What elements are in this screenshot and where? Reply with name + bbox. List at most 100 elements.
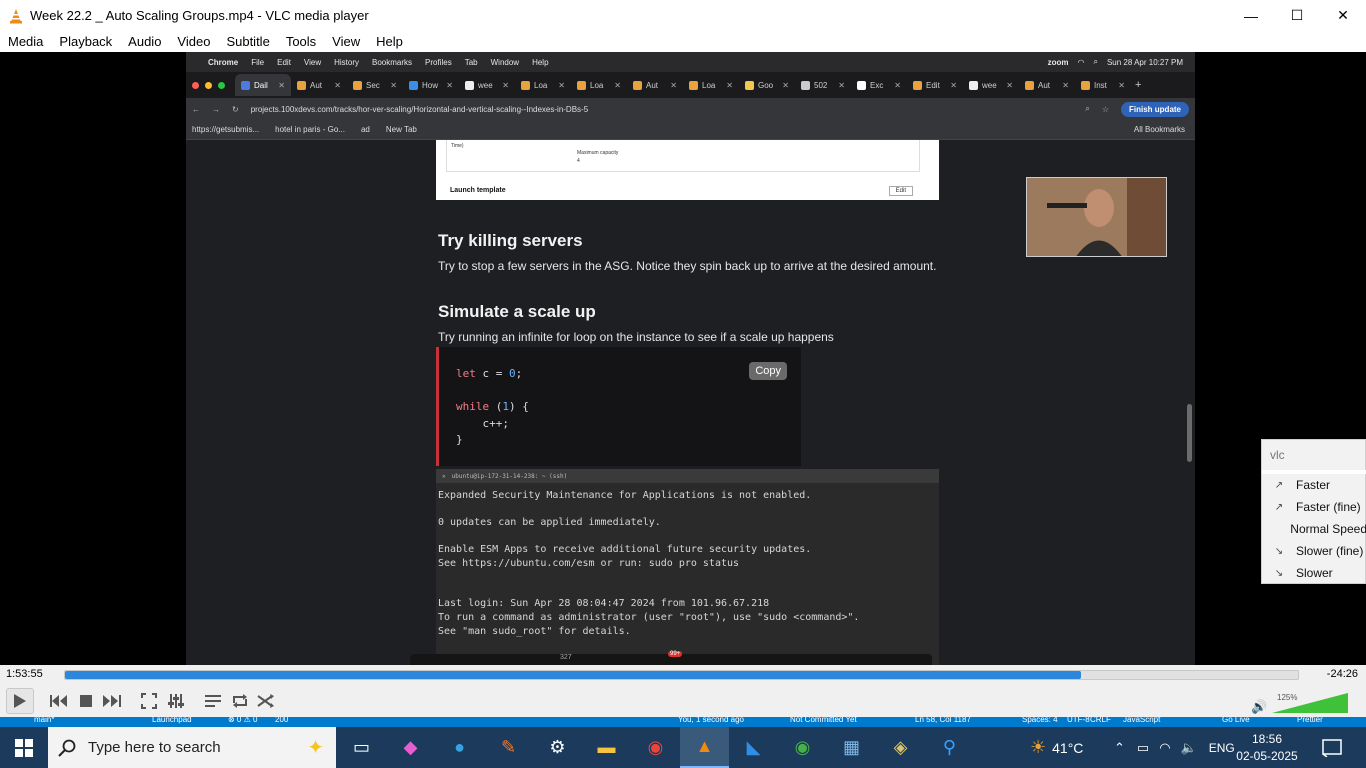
- close-button[interactable]: ✕: [1320, 0, 1366, 31]
- vlc-title-bar: Week 22.2 _ Auto Scaling Groups.mp4 - VL…: [0, 0, 1366, 31]
- file-explorer-icon[interactable]: ▬: [582, 727, 631, 768]
- battery-icon[interactable]: ▭: [1137, 740, 1149, 756]
- taskbar-search-box[interactable]: Type here to search ✦: [48, 727, 336, 768]
- menu-view[interactable]: View: [324, 34, 368, 49]
- extended-settings-button[interactable]: [165, 690, 187, 712]
- menu-item-slower[interactable]: ↘ Slower: [1262, 562, 1366, 584]
- vlc-menu-bar: Media Playback Audio Video Subtitle Tool…: [0, 31, 1366, 52]
- network-icon[interactable]: ◠: [1159, 740, 1170, 756]
- finish-update-button: Finish update: [1121, 101, 1189, 117]
- chrome-tab: wee ✕: [459, 74, 515, 96]
- tab-favicon-icon: [689, 80, 698, 90]
- tab-favicon-icon: [857, 80, 866, 90]
- menu-media[interactable]: Media: [0, 34, 51, 49]
- code-block: let c = 0; while (1) { c++; } Copy: [436, 347, 801, 466]
- settings-gear-icon[interactable]: ⚙: [533, 727, 582, 768]
- maximize-button[interactable]: ☐: [1274, 0, 1320, 31]
- faster-icon: ↗: [1274, 479, 1284, 491]
- speaker-icon[interactable]: 🔊: [1251, 699, 1267, 715]
- go-live: Go Live: [1222, 717, 1250, 724]
- edge-icon[interactable]: ●: [435, 727, 484, 768]
- video-area[interactable]: Chrome File Edit View History Bookmarks …: [0, 52, 1366, 665]
- vscode-status-bar: main* Launchpad ⊗ 0 ⚠ 0 200 You, 1 secon…: [0, 717, 1366, 727]
- mac-menu-view: View: [303, 57, 322, 67]
- back-icon: ←: [192, 104, 200, 114]
- calculator-icon[interactable]: ▦: [827, 727, 876, 768]
- volume-icon[interactable]: 🔈: [1181, 740, 1197, 756]
- img-max-capacity-value: 4: [577, 158, 580, 164]
- playlist-icon: [205, 695, 221, 707]
- play-icon: [14, 694, 26, 708]
- heading-simulate-scale-up: Simulate a scale up: [438, 302, 596, 321]
- chrome-address-bar: ← → ↻ projects.100xdevs.com/tracks/hor-v…: [186, 98, 1195, 120]
- git-icon[interactable]: ◈: [876, 727, 925, 768]
- chrome-tab-bar: Dail ✕ Aut ✕ Sec ✕ How ✕ wee ✕ Loa ✕ Loa ✕ Aut ✕…: [186, 72, 1195, 98]
- system-tray: ⌃ ▭ ◠ 🔈 ENG: [1114, 727, 1235, 768]
- zoom-control-bar: 327 99+: [410, 651, 932, 665]
- start-button[interactable]: [0, 727, 48, 768]
- volume-slider[interactable]: [1272, 693, 1348, 713]
- chrome-profile-icon[interactable]: ◉: [778, 727, 827, 768]
- menu-help[interactable]: Help: [368, 34, 411, 49]
- menu-item-faster[interactable]: ↗ Faster: [1262, 474, 1366, 496]
- mac-menu-help: Help: [532, 57, 549, 67]
- menu-subtitle[interactable]: Subtitle: [218, 34, 277, 49]
- code-line: c++;: [456, 417, 509, 430]
- app-icon[interactable]: ⚲: [925, 727, 974, 768]
- menu-item-faster-fine[interactable]: ↗ Faster (fine): [1262, 496, 1366, 518]
- seek-progress: [65, 671, 1081, 679]
- vscode-icon[interactable]: ◣: [729, 727, 778, 768]
- shuffle-button[interactable]: [255, 690, 277, 712]
- chrome-tab: Exc ✕: [851, 74, 907, 96]
- paragraph-kill: Try to stop a few servers in the ASG. No…: [438, 259, 937, 273]
- menu-playback[interactable]: Playback: [51, 34, 120, 49]
- terminal-window: ✕ ubuntu@ip-172-31-14-238: ~ (ssh) Expan…: [436, 469, 939, 665]
- close-icon: ✕: [442, 472, 446, 480]
- seek-slider[interactable]: [64, 670, 1299, 680]
- menu-item-slower-fine[interactable]: ↘ Slower (fine): [1262, 540, 1366, 562]
- menu-video[interactable]: Video: [169, 34, 218, 49]
- clock[interactable]: 18:56 02-05-2025: [1236, 731, 1298, 765]
- next-button[interactable]: [101, 690, 123, 712]
- next-icon: [103, 695, 121, 707]
- playlist-button[interactable]: [202, 690, 224, 712]
- task-view-icon[interactable]: ▭: [337, 727, 386, 768]
- copy-button: Copy: [749, 362, 787, 380]
- menu-item-normal-speed[interactable]: Normal Speed: [1262, 518, 1366, 540]
- chevron-up-icon[interactable]: ⌃: [1114, 740, 1125, 756]
- chrome-icon[interactable]: ◉: [631, 727, 680, 768]
- play-button[interactable]: [6, 688, 34, 714]
- pen-app-icon[interactable]: ✎: [484, 727, 533, 768]
- weather-widget[interactable]: ☀ 41°C: [1030, 727, 1083, 768]
- previous-button[interactable]: [48, 690, 70, 712]
- slower-fine-icon: ↘: [1274, 545, 1284, 557]
- chrome-tab: Goo ✕: [739, 74, 795, 96]
- tab-favicon-icon: [297, 80, 306, 90]
- terminal-title: ubuntu@ip-172-31-14-238: ~ (ssh): [451, 472, 568, 480]
- stop-button[interactable]: [75, 690, 97, 712]
- terminal-line: Expanded Security Maintenance for Applic…: [438, 490, 812, 501]
- temperature: 41°C: [1052, 739, 1084, 756]
- tab-favicon-icon: [913, 80, 922, 90]
- vlc-taskbar-icon[interactable]: ▲: [680, 727, 729, 768]
- loop-button[interactable]: [229, 690, 251, 712]
- search-icon: [58, 739, 76, 757]
- minimize-button[interactable]: —: [1228, 0, 1274, 31]
- notification-icon[interactable]: [1322, 727, 1342, 768]
- fullscreen-button[interactable]: [138, 690, 160, 712]
- img-max-capacity-label: Maximum capacity: [577, 150, 619, 156]
- tab-favicon-icon: [521, 80, 530, 90]
- menu-audio[interactable]: Audio: [120, 34, 169, 49]
- mac-menu-file: File: [251, 57, 265, 67]
- popup-filter-text[interactable]: vlc: [1270, 448, 1285, 462]
- url-text: projects.100xdevs.com/tracks/hor-ver-sca…: [250, 104, 589, 114]
- video-frame-mac-screen: Chrome File Edit View History Bookmarks …: [186, 52, 1195, 665]
- input-language[interactable]: ENG: [1209, 741, 1235, 755]
- copilot-icon[interactable]: ◆: [386, 727, 435, 768]
- star-icon: ☆: [1101, 104, 1109, 114]
- window-title: Week 22.2 _ Auto Scaling Groups.mp4 - VL…: [30, 8, 369, 23]
- loop-icon: [233, 694, 247, 708]
- forward-icon: →: [212, 104, 220, 114]
- code-line: let c = 0;: [456, 367, 523, 380]
- menu-tools[interactable]: Tools: [278, 34, 324, 49]
